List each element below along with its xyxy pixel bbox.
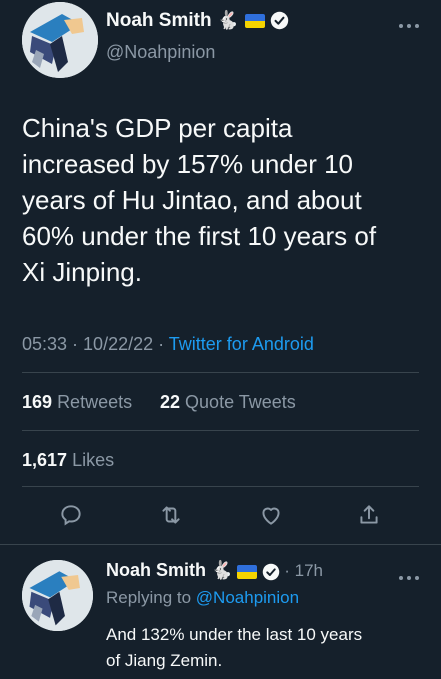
retweet-button[interactable]	[158, 502, 184, 528]
replying-to-handle-link[interactable]: @Noahpinion	[196, 588, 299, 607]
quotes-count: 22	[160, 392, 181, 412]
author-name[interactable]: Noah Smith	[106, 10, 212, 31]
reply-more-options-button[interactable]	[398, 566, 420, 587]
reply-avatar[interactable]	[22, 560, 93, 631]
quotes-label: Quote Tweets	[185, 392, 296, 412]
tweet-text-line: China's GDP per capita	[22, 113, 293, 143]
retweets-count: 169	[22, 392, 53, 412]
more-horizontal-icon	[399, 24, 419, 28]
like-icon	[262, 507, 280, 525]
rabbit-emoji-icon: 🐇	[210, 560, 233, 580]
retweets-stat[interactable]: 169 Retweets	[22, 392, 132, 413]
avatar-image	[22, 560, 93, 631]
reply-text-line: of Jiang Zemin.	[106, 651, 223, 670]
tweet-text-line: years of Hu Jintao, and about	[22, 185, 362, 215]
rabbit-emoji-icon: 🐇	[216, 10, 240, 30]
share-button[interactable]	[356, 502, 382, 528]
author-handle[interactable]: @Noahpinion	[106, 42, 215, 63]
retweet-icon	[162, 506, 180, 524]
quotes-stat[interactable]: 22 Quote Tweets	[160, 392, 296, 413]
replying-to-label: Replying to	[106, 588, 192, 607]
avatar[interactable]	[22, 2, 98, 78]
divider	[22, 372, 419, 373]
likes-label: Likes	[72, 450, 115, 470]
reply-text-line: And 132% under the last 10 years	[106, 625, 363, 644]
retweets-label: Retweets	[57, 392, 133, 412]
avatar-image	[22, 2, 98, 78]
share-icon	[360, 505, 378, 524]
reply-header: Noah Smith 🐇 · 17h	[106, 560, 323, 581]
likes-count: 1,617	[22, 450, 68, 470]
tweet-text-line: increased by 157% under 10	[22, 149, 354, 179]
tweet-text-line: 60% under the first 10 years of	[22, 221, 377, 251]
replying-to: Replying to @Noahpinion	[106, 588, 299, 608]
tweet-date[interactable]: 10/22/22	[83, 334, 153, 354]
divider	[0, 544, 441, 545]
tweet-meta: 05:33 · 10/22/22 · Twitter for Android	[22, 334, 314, 355]
tweet-text-line: Xi Jinping.	[22, 257, 142, 287]
ukraine-flag-icon	[244, 13, 265, 28]
reply-time-ago[interactable]: · 17h	[284, 561, 323, 580]
reply-button[interactable]	[58, 502, 84, 528]
like-button[interactable]	[258, 502, 284, 528]
verified-badge-icon	[262, 563, 280, 581]
reply-icon	[61, 505, 81, 526]
tweet-time[interactable]: 05:33	[22, 334, 67, 354]
more-horizontal-icon	[399, 576, 419, 580]
author-name-row[interactable]: Noah Smith 🐇	[106, 10, 289, 32]
meta-separator: ·	[67, 334, 84, 354]
divider	[22, 486, 419, 487]
meta-separator: ·	[153, 334, 169, 354]
verified-badge-icon	[270, 12, 289, 30]
tweet-text: China's GDP per capita increased by 157%…	[22, 110, 422, 290]
likes-stat[interactable]: 1,617 Likes	[22, 450, 114, 471]
reply-tweet-text: And 132% under the last 10 years of Jian…	[106, 622, 426, 674]
reply-author-name[interactable]: Noah Smith	[106, 560, 206, 580]
more-options-button[interactable]	[398, 14, 420, 35]
ukraine-flag-icon	[237, 564, 258, 579]
divider	[22, 430, 419, 431]
tweet-source-link[interactable]: Twitter for Android	[169, 334, 314, 354]
